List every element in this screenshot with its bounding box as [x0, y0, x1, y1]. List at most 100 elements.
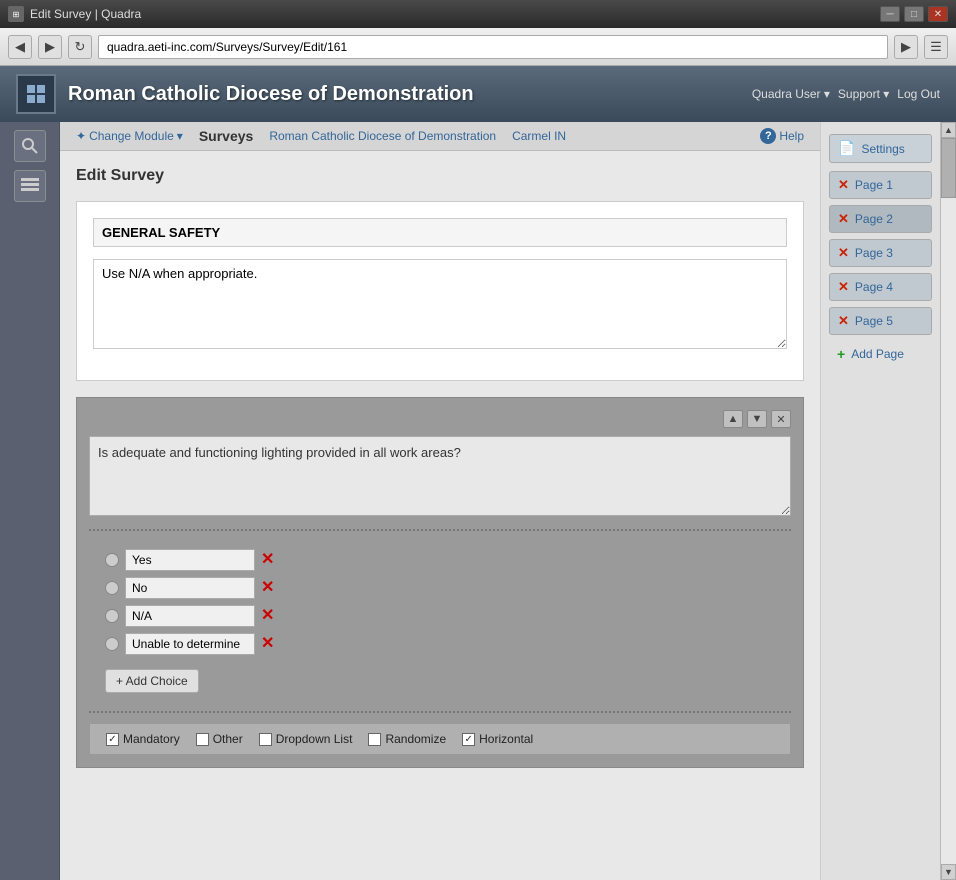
scroll-up-arrow[interactable]: ▲ — [941, 122, 956, 138]
page-wrapper: ✦ Change Module ▾ Surveys Roman Catholic… — [0, 122, 956, 880]
help-icon: ? — [760, 128, 776, 144]
settings-button[interactable]: 📄 Settings — [829, 134, 932, 163]
choice-radio-no — [105, 581, 119, 595]
choice-row: ✕ — [105, 549, 775, 571]
option-mandatory[interactable]: ✓ Mandatory — [106, 732, 180, 746]
quadra-user-menu[interactable]: Quadra User ▾ — [752, 87, 830, 101]
left-sidebar — [0, 122, 60, 880]
sidebar-search-icon[interactable] — [14, 130, 46, 162]
question-down-button[interactable]: ▼ — [747, 410, 767, 428]
change-module-link[interactable]: ✦ Change Module ▾ — [76, 129, 183, 143]
main-area: ✦ Change Module ▾ Surveys Roman Catholic… — [60, 122, 820, 880]
logout-button[interactable]: Log Out — [897, 87, 940, 101]
add-page-label: Add Page — [851, 347, 904, 361]
page-5-delete-icon: ✕ — [838, 313, 849, 329]
page-4-label: Page 4 — [855, 280, 893, 294]
back-button[interactable]: ◀ — [8, 35, 32, 59]
change-module-label: Change Module — [89, 129, 174, 143]
other-checkbox[interactable] — [196, 733, 209, 746]
nav-bar: ✦ Change Module ▾ Surveys Roman Catholic… — [60, 122, 820, 151]
question-textarea[interactable]: Is adequate and functioning lighting pro… — [89, 436, 791, 516]
scroll-down-arrow[interactable]: ▼ — [941, 864, 956, 880]
horizontal-checkbox[interactable]: ✓ — [462, 733, 475, 746]
address-bar[interactable] — [98, 35, 888, 59]
option-other[interactable]: Other — [196, 732, 243, 746]
nav-location[interactable]: Carmel IN — [512, 129, 566, 143]
help-button[interactable]: ? Help — [760, 128, 804, 144]
page-2-button[interactable]: ✕ Page 2 — [829, 205, 932, 233]
choice-row: ✕ — [105, 605, 775, 627]
choice-delete-yes[interactable]: ✕ — [261, 552, 274, 568]
survey-title-input[interactable] — [93, 218, 787, 247]
choice-radio-unable — [105, 637, 119, 651]
choice-radio-na — [105, 609, 119, 623]
support-menu[interactable]: Support ▾ — [838, 87, 889, 101]
page-4-button[interactable]: ✕ Page 4 — [829, 273, 932, 301]
app-logo — [16, 74, 56, 114]
survey-desc-field: Use N/A when appropriate. — [93, 259, 787, 352]
randomize-checkbox[interactable] — [368, 733, 381, 746]
horizontal-label: Horizontal — [479, 732, 533, 746]
star-icon: ✦ — [76, 129, 86, 143]
change-module-arrow: ▾ — [177, 129, 183, 143]
question-block: ▲ ▼ ✕ Is adequate and functioning lighti… — [76, 397, 804, 768]
survey-desc-textarea[interactable]: Use N/A when appropriate. — [93, 259, 787, 349]
choice-delete-no[interactable]: ✕ — [261, 580, 274, 596]
content-area: Edit Survey Use N/A when appropriate. ▲ … — [60, 151, 820, 840]
refresh-button[interactable]: ↻ — [68, 35, 92, 59]
scrollbar-thumb[interactable] — [941, 138, 956, 198]
other-label: Other — [213, 732, 243, 746]
page-3-delete-icon: ✕ — [838, 245, 849, 261]
right-sidebar: 📄 Settings ✕ Page 1 ✕ Page 2 ✕ Page 3 ✕ … — [820, 122, 940, 880]
window-title: Edit Survey | Quadra — [30, 7, 880, 21]
nav-surveys: Surveys — [199, 128, 253, 144]
header-nav: Quadra User ▾ Support ▾ Log Out — [752, 87, 940, 101]
choice-input-no[interactable] — [125, 577, 255, 599]
page-1-button[interactable]: ✕ Page 1 — [829, 171, 932, 199]
choice-row: ✕ — [105, 577, 775, 599]
add-page-button[interactable]: + Add Page — [829, 341, 932, 367]
main-content-wrapper: ✦ Change Module ▾ Surveys Roman Catholic… — [60, 122, 956, 880]
dropdown-label: Dropdown List — [276, 732, 353, 746]
choice-delete-na[interactable]: ✕ — [261, 608, 274, 624]
forward-button[interactable]: ▶ — [38, 35, 62, 59]
scrollbar-track[interactable] — [941, 138, 956, 864]
maximize-button[interactable]: □ — [904, 6, 924, 22]
choice-input-yes[interactable] — [125, 549, 255, 571]
page-title: Edit Survey — [76, 167, 804, 185]
option-dropdown[interactable]: Dropdown List — [259, 732, 353, 746]
nav-diocese[interactable]: Roman Catholic Diocese of Demonstration — [269, 129, 496, 143]
question-close-button[interactable]: ✕ — [771, 410, 791, 428]
page-4-delete-icon: ✕ — [838, 279, 849, 295]
survey-title-field — [93, 218, 787, 247]
question-up-button[interactable]: ▲ — [723, 410, 743, 428]
menu-button[interactable]: ☰ — [924, 35, 948, 59]
mandatory-checkbox[interactable]: ✓ — [106, 733, 119, 746]
option-horizontal[interactable]: ✓ Horizontal — [462, 732, 533, 746]
page-3-button[interactable]: ✕ Page 3 — [829, 239, 932, 267]
choice-input-na[interactable] — [125, 605, 255, 627]
question-header: ▲ ▼ ✕ — [89, 410, 791, 428]
divider2 — [89, 711, 791, 713]
sidebar-list-icon[interactable] — [14, 170, 46, 202]
add-choice-button[interactable]: + Add Choice — [105, 669, 199, 693]
option-randomize[interactable]: Randomize — [368, 732, 446, 746]
dropdown-checkbox[interactable] — [259, 733, 272, 746]
more-button[interactable]: ▶ — [894, 35, 918, 59]
app-title: Roman Catholic Diocese of Demonstration — [68, 83, 752, 106]
page-1-delete-icon: ✕ — [838, 177, 849, 193]
choice-delete-unable[interactable]: ✕ — [261, 636, 274, 652]
choice-radio-yes — [105, 553, 119, 567]
minimize-button[interactable]: ─ — [880, 6, 900, 22]
page-1-label: Page 1 — [855, 178, 893, 192]
page-2-delete-icon: ✕ — [838, 211, 849, 227]
title-bar: ⊞ Edit Survey | Quadra ─ □ ✕ — [0, 0, 956, 28]
browser-toolbar: ◀ ▶ ↻ ▶ ☰ — [0, 28, 956, 66]
close-button[interactable]: ✕ — [928, 6, 948, 22]
page-5-button[interactable]: ✕ Page 5 — [829, 307, 932, 335]
browser-scrollbar[interactable]: ▲ ▼ — [940, 122, 956, 880]
divider1 — [89, 529, 791, 531]
choice-input-unable[interactable] — [125, 633, 255, 655]
survey-form: Use N/A when appropriate. — [76, 201, 804, 381]
choice-row: ✕ — [105, 633, 775, 655]
